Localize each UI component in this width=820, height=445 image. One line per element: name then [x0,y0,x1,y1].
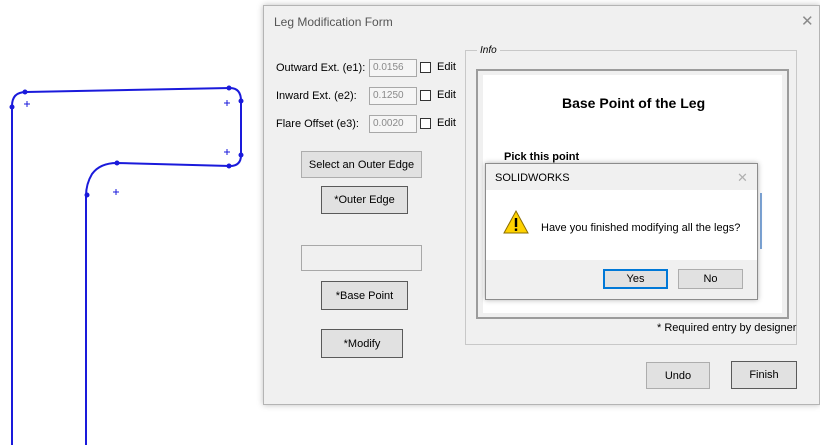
flare-offset-edit-checkbox[interactable] [420,118,431,129]
sketch-canvas[interactable] [0,0,263,445]
dialog-title: SOLIDWORKS [495,172,570,184]
required-note: * Required entry by designer [657,322,797,334]
flare-offset-label: Flare Offset (e3): [276,118,359,130]
inward-ext-edit-label[interactable]: Edit [437,89,456,101]
yes-button[interactable]: Yes [603,269,668,289]
flare-offset-edit-label[interactable]: Edit [437,117,456,129]
base-point-button[interactable]: *Base Point [321,281,408,310]
inward-ext-field[interactable]: 0.1250 [369,87,417,105]
finish-button[interactable]: Finish [731,361,797,389]
outward-ext-edit-label[interactable]: Edit [437,61,456,73]
info-image-edge [760,193,762,249]
sketch-outer-profile[interactable] [11,86,242,445]
inward-ext-edit-checkbox[interactable] [420,90,431,101]
inward-ext-label: Inward Ext. (e2): [276,90,357,102]
outward-ext-field[interactable]: 0.0156 [369,59,417,77]
info-title: Base Point of the Leg [562,95,706,111]
sketch-center-marks [24,100,230,195]
sketch-points [9,85,244,198]
no-button[interactable]: No [678,269,743,289]
modify-button[interactable]: *Modify [321,329,403,358]
undo-button[interactable]: Undo [646,362,710,389]
close-icon[interactable]: ✕ [801,12,814,30]
outer-edge-button[interactable]: *Outer Edge [321,186,408,214]
outward-ext-label: Outward Ext. (e1): [276,62,366,74]
info-subtitle: Pick this point [504,151,580,163]
outward-ext-edit-checkbox[interactable] [420,62,431,73]
base-point-field[interactable] [301,245,422,271]
form-title: Leg Modification Form [274,15,393,29]
dialog-body: Have you finished modifying all the legs… [486,190,757,260]
info-legend: Info [477,45,500,56]
warning-icon [503,209,529,234]
flare-offset-field[interactable]: 0.0020 [369,115,417,133]
solidworks-dialog: SOLIDWORKS ✕ Have you finished modifying… [485,163,758,300]
dialog-close-icon[interactable]: ✕ [737,170,748,186]
select-outer-edge-button[interactable]: Select an Outer Edge [301,151,422,178]
dialog-message: Have you finished modifying all the legs… [541,222,741,234]
